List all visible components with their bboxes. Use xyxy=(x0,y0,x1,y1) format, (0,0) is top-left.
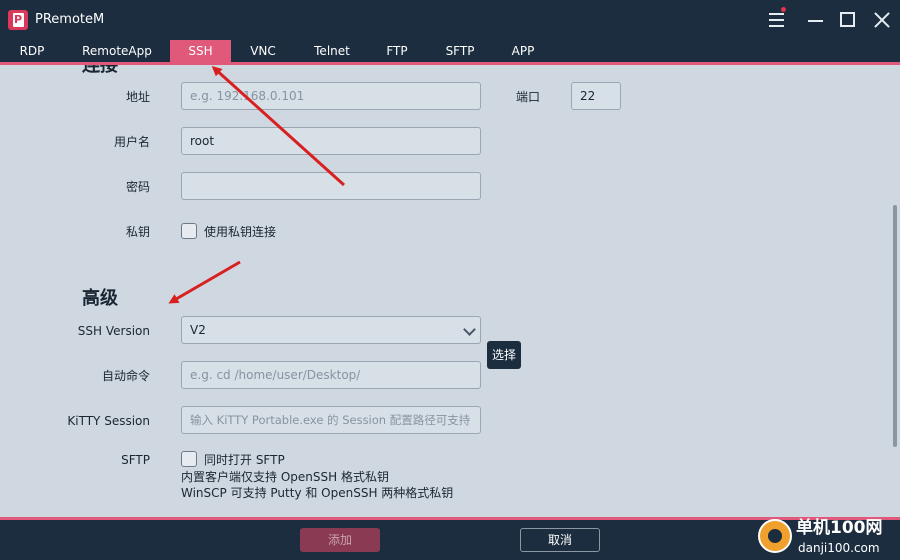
advanced-section-title: 高级 xyxy=(82,288,118,309)
app-title: PRemoteM xyxy=(35,12,105,27)
kitty-session-select-button[interactable]: 选择 xyxy=(487,341,521,369)
password-input[interactable] xyxy=(181,172,481,200)
menu-icon[interactable] xyxy=(765,7,789,32)
ssh-settings-panel: 连接 地址 e.g. 192.168.0.101 端口 22 用户名 root … xyxy=(0,65,900,517)
ssh-version-label: SSH Version xyxy=(77,324,150,338)
private-key-checkbox-label[interactable]: 使用私钥连接 xyxy=(204,224,276,240)
maximize-icon[interactable] xyxy=(836,8,860,32)
kitty-session-input[interactable]: 输入 KiTTY Portable.exe 的 Session 配置路径可支持 xyxy=(181,406,481,434)
notification-dot-icon xyxy=(781,7,786,12)
watermark-logo-icon xyxy=(758,519,792,553)
tab-telnet[interactable]: Telnet xyxy=(303,40,361,62)
sftp-checkbox-label[interactable]: 同时打开 SFTP xyxy=(204,452,285,468)
private-key-label: 私钥 xyxy=(125,225,150,239)
watermark: 单机100网 danji100.com xyxy=(748,515,900,560)
auto-command-input[interactable]: e.g. cd /home/user/Desktop/ xyxy=(181,361,481,389)
password-label: 密码 xyxy=(125,180,150,194)
port-label: 端口 xyxy=(515,90,540,104)
tab-ftp[interactable]: FTP xyxy=(377,40,417,62)
sftp-note-1: 内置客户端仅支持 OpenSSH 格式私钥 xyxy=(181,470,389,484)
cancel-button[interactable]: 取消 xyxy=(520,528,600,552)
tab-remoteapp[interactable]: RemoteApp xyxy=(72,40,162,62)
close-icon[interactable] xyxy=(870,8,894,32)
ssh-version-value: V2 xyxy=(190,323,206,337)
chevron-down-icon xyxy=(463,323,476,336)
kitty-session-label: KiTTY Session xyxy=(67,414,150,428)
watermark-title: 单机100网 xyxy=(796,518,883,538)
vertical-scrollbar[interactable] xyxy=(893,205,897,447)
auto-command-label: 自动命令 xyxy=(101,369,150,383)
username-label: 用户名 xyxy=(113,135,150,149)
address-label: 地址 xyxy=(125,90,150,104)
add-button[interactable]: 添加 xyxy=(300,528,380,552)
port-input[interactable]: 22 xyxy=(571,82,621,110)
tab-ssh[interactable]: SSH xyxy=(170,40,231,62)
minimize-icon[interactable] xyxy=(804,8,828,32)
connection-section-title: 连接 xyxy=(82,65,118,76)
tab-app[interactable]: APP xyxy=(502,40,544,62)
sftp-checkbox[interactable] xyxy=(181,451,197,467)
ssh-version-select[interactable]: V2 xyxy=(181,316,481,344)
protocol-tabs: RDP RemoteApp SSH VNC Telnet FTP SFTP AP… xyxy=(0,40,900,62)
app-logo-icon: P xyxy=(8,10,28,30)
private-key-checkbox[interactable] xyxy=(181,223,197,239)
tab-rdp[interactable]: RDP xyxy=(6,40,58,62)
tab-vnc[interactable]: VNC xyxy=(240,40,286,62)
tab-sftp[interactable]: SFTP xyxy=(435,40,485,62)
sftp-note-2: WinSCP 可支持 Putty 和 OpenSSH 两种格式私钥 xyxy=(181,486,454,500)
watermark-url: danji100.com xyxy=(798,541,880,555)
username-input[interactable]: root xyxy=(181,127,481,155)
sftp-label: SFTP xyxy=(121,453,150,467)
title-bar: P PRemoteM xyxy=(0,0,900,40)
